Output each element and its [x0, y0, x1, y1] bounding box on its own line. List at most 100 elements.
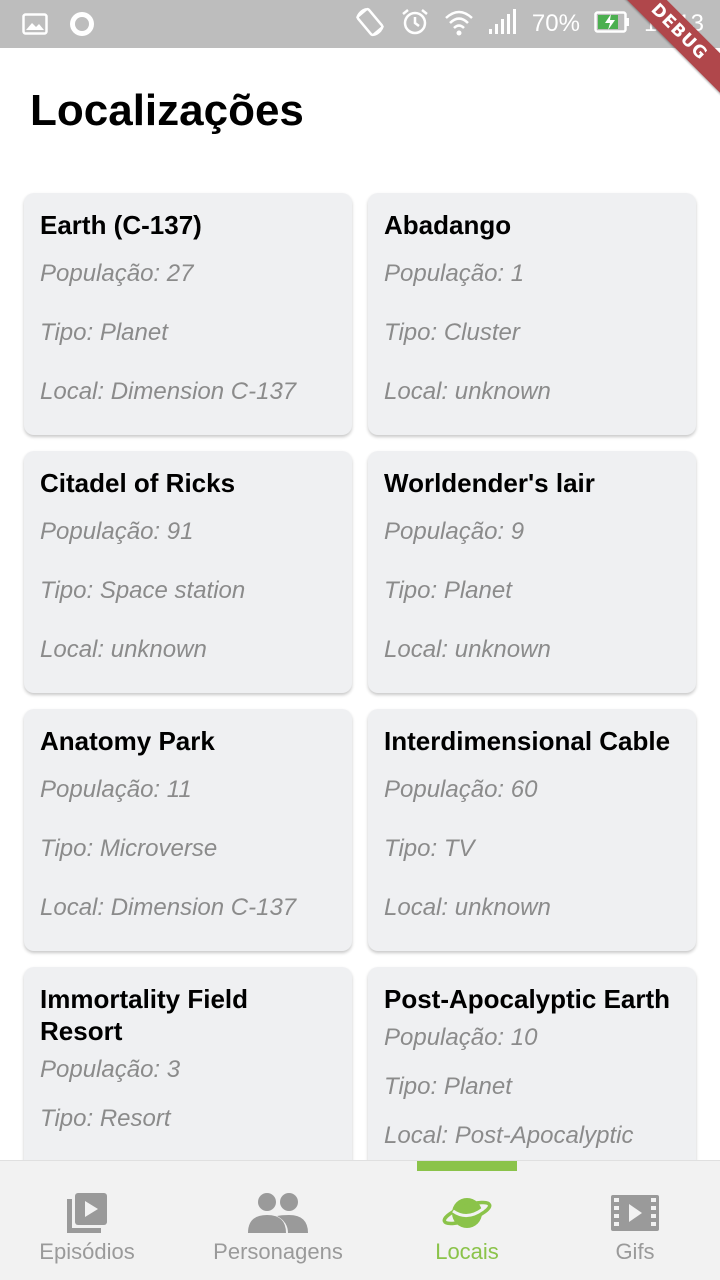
location-card[interactable]: Abadango População: 1 Tipo: Cluster Loca…	[368, 193, 696, 435]
population-label: População:	[384, 260, 511, 287]
location-type: Tipo: Resort	[40, 1104, 336, 1134]
location-name: Immortality Field Resort	[40, 984, 249, 1046]
nav-tab-personagens[interactable]: Personagens	[203, 1161, 353, 1280]
population-value: 27	[166, 260, 194, 287]
type-value: Microverse	[99, 835, 218, 862]
dimension-label: Local:	[40, 378, 111, 405]
location-type: Tipo: Microverse	[40, 834, 336, 864]
type-label: Tipo:	[384, 1073, 444, 1100]
location-name: Anatomy Park	[40, 726, 215, 756]
location-card[interactable]: Citadel of Ricks População: 91 Tipo: Spa…	[24, 451, 352, 693]
nav-label: Gifs	[615, 1239, 655, 1264]
wifi-icon	[444, 8, 474, 41]
record-notification-icon	[68, 10, 96, 43]
dimension-value: unknown	[454, 378, 551, 405]
dimension-value: unknown	[110, 636, 207, 663]
nav-tab-locais[interactable]: Locais	[412, 1161, 522, 1280]
location-type: Tipo: TV	[384, 834, 680, 864]
location-name: Post-Apocalyptic Earth	[384, 984, 671, 1014]
location-type: Tipo: Planet	[384, 1072, 680, 1102]
type-value: Planet	[443, 577, 512, 604]
location-population: População: 3	[40, 1055, 336, 1085]
dimension-value: unknown	[454, 894, 551, 921]
population-label: População:	[40, 776, 167, 803]
location-dimension: Local: unknown	[384, 377, 680, 407]
population-label: População:	[384, 776, 511, 803]
status-bar: 70% 14:13 DEBUG	[0, 0, 720, 103]
population-value: 1	[510, 260, 525, 287]
battery-charging-icon	[594, 10, 630, 38]
location-name: Citadel of Ricks	[40, 468, 236, 498]
alarm-icon	[400, 7, 430, 42]
type-value: Resort	[99, 1105, 171, 1132]
location-name: Earth (C-137)	[40, 210, 202, 240]
location-dimension: Local: Dimension C-137	[40, 377, 336, 407]
location-population: População: 60	[384, 775, 680, 805]
location-dimension: Local: unknown	[40, 635, 336, 665]
location-dimension: Local: unknown	[384, 893, 680, 923]
type-label: Tipo:	[384, 835, 444, 862]
dimension-value: Dimension C-137	[110, 378, 297, 405]
nav-label: Locais	[435, 1239, 499, 1264]
location-card[interactable]: Earth (C-137) População: 27 Tipo: Planet…	[24, 193, 352, 435]
location-dimension: Local: Post-Apocalyptic	[384, 1121, 680, 1151]
rotate-icon	[354, 6, 386, 43]
nav-label: Personagens	[213, 1239, 343, 1264]
film-icon	[611, 1191, 659, 1235]
planet-icon	[441, 1191, 493, 1235]
dimension-label: Local:	[384, 378, 455, 405]
location-population: População: 1	[384, 259, 680, 289]
dimension-label: Local:	[40, 636, 111, 663]
location-type: Tipo: Cluster	[384, 318, 680, 348]
type-value: Planet	[443, 1073, 512, 1100]
population-value: 91	[166, 518, 194, 545]
location-card[interactable]: Interdimensional Cable População: 60 Tip…	[368, 709, 696, 951]
bottom-navigation: Episódios Personagens Locais Gifs	[0, 1160, 720, 1280]
location-type: Tipo: Planet	[40, 318, 336, 348]
location-dimension: Local: Dimension C-137	[40, 893, 336, 923]
people-icon	[247, 1191, 309, 1235]
type-value: Planet	[99, 319, 168, 346]
dimension-label: Local:	[384, 636, 455, 663]
nav-tab-gifs[interactable]: Gifs	[580, 1161, 690, 1280]
location-type: Tipo: Space station	[40, 576, 336, 606]
signal-icon	[488, 8, 518, 40]
population-label: População:	[384, 518, 511, 545]
type-value: Space station	[99, 577, 246, 604]
population-label: População:	[40, 518, 167, 545]
video-library-icon	[65, 1191, 109, 1235]
location-name: Abadango	[384, 210, 512, 240]
dimension-value: Post-Apocalyptic	[454, 1122, 634, 1149]
type-label: Tipo:	[384, 577, 444, 604]
page-title: Localizações	[30, 86, 304, 135]
type-label: Tipo:	[40, 1105, 100, 1132]
nav-label: Episódios	[39, 1239, 135, 1264]
type-label: Tipo:	[40, 835, 100, 862]
population-value: 10	[510, 1024, 538, 1051]
type-value: Cluster	[443, 319, 520, 346]
type-value: TV	[443, 835, 475, 862]
location-dimension: Local: unknown	[384, 635, 680, 665]
dimension-value: Dimension C-137	[110, 894, 297, 921]
population-label: População:	[384, 1024, 511, 1051]
location-type: Tipo: Planet	[384, 576, 680, 606]
location-population: População: 10	[384, 1023, 680, 1053]
location-card[interactable]: Worldender's lair População: 9 Tipo: Pla…	[368, 451, 696, 693]
location-population: População: 27	[40, 259, 336, 289]
battery-percent: 70%	[531, 10, 580, 37]
location-card[interactable]: Anatomy Park População: 11 Tipo: Microve…	[24, 709, 352, 951]
location-population: População: 91	[40, 517, 336, 547]
type-label: Tipo:	[384, 319, 444, 346]
location-population: População: 9	[384, 517, 680, 547]
nav-tab-episodios[interactable]: Episódios	[27, 1161, 147, 1280]
population-label: População:	[40, 1056, 167, 1083]
locations-grid: Earth (C-137) População: 27 Tipo: Planet…	[24, 193, 696, 1227]
type-label: Tipo:	[40, 319, 100, 346]
dimension-value: unknown	[454, 636, 551, 663]
location-name: Worldender's lair	[384, 468, 595, 498]
population-value: 11	[166, 776, 192, 803]
dimension-label: Local:	[384, 894, 455, 921]
population-value: 60	[510, 776, 538, 803]
image-notification-icon	[22, 13, 48, 40]
population-label: População:	[40, 260, 167, 287]
